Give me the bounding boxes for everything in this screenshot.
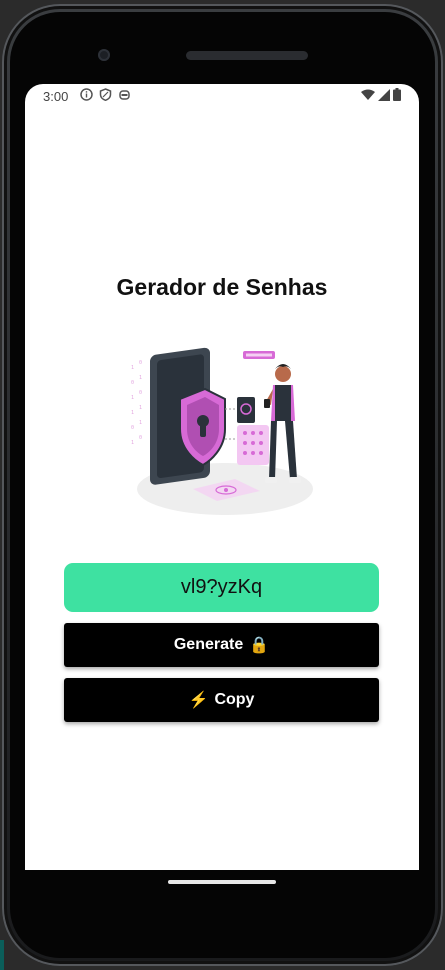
status-icons-left <box>80 88 131 104</box>
svg-text:1: 1 <box>139 420 142 426</box>
generate-button-label: Generate <box>173 636 244 653</box>
password-display[interactable]: vl9?yzKq <box>64 563 379 612</box>
front-camera <box>98 49 110 61</box>
svg-text:1: 1 <box>131 395 134 401</box>
android-icon <box>118 88 131 104</box>
copy-button[interactable]: ⚡ Copy <box>64 678 379 722</box>
svg-text:0: 0 <box>139 360 142 366</box>
svg-text:1: 1 <box>139 375 142 381</box>
navigation-bar <box>25 870 419 940</box>
copy-button-label: Copy <box>214 691 255 708</box>
status-bar: 3:00 <box>25 84 419 108</box>
security-illustration: 101101 010110 <box>125 329 315 519</box>
lock-icon: 🔒 <box>249 637 270 654</box>
signal-icon <box>378 88 390 104</box>
shield-icon <box>99 88 112 104</box>
page-title: Gerador de Senhas <box>116 274 328 300</box>
status-time: 3:00 <box>43 89 69 104</box>
app-screen: 3:00 Gerador de Senhas 1 0 1 1 0 1 0 1 0… <box>25 84 419 870</box>
desktop-edge-fragment <box>0 940 4 970</box>
svg-text:1: 1 <box>131 410 134 416</box>
earpiece-speaker <box>186 51 308 60</box>
svg-text:1: 1 <box>131 440 134 446</box>
home-gesture-bar[interactable] <box>168 880 276 884</box>
svg-text:0: 0 <box>131 380 134 386</box>
wifi-icon <box>361 89 375 104</box>
svg-text:1: 1 <box>131 365 134 371</box>
status-icons-right <box>361 88 401 104</box>
info-icon <box>80 88 93 104</box>
generate-button[interactable]: Generate 🔒 <box>64 623 379 667</box>
svg-text:0: 0 <box>131 425 134 431</box>
lightning-icon: ⚡ <box>188 692 209 709</box>
svg-text:1: 1 <box>139 405 142 411</box>
svg-text:0: 0 <box>139 390 142 396</box>
battery-icon <box>393 88 401 104</box>
svg-text:0: 0 <box>139 435 142 441</box>
